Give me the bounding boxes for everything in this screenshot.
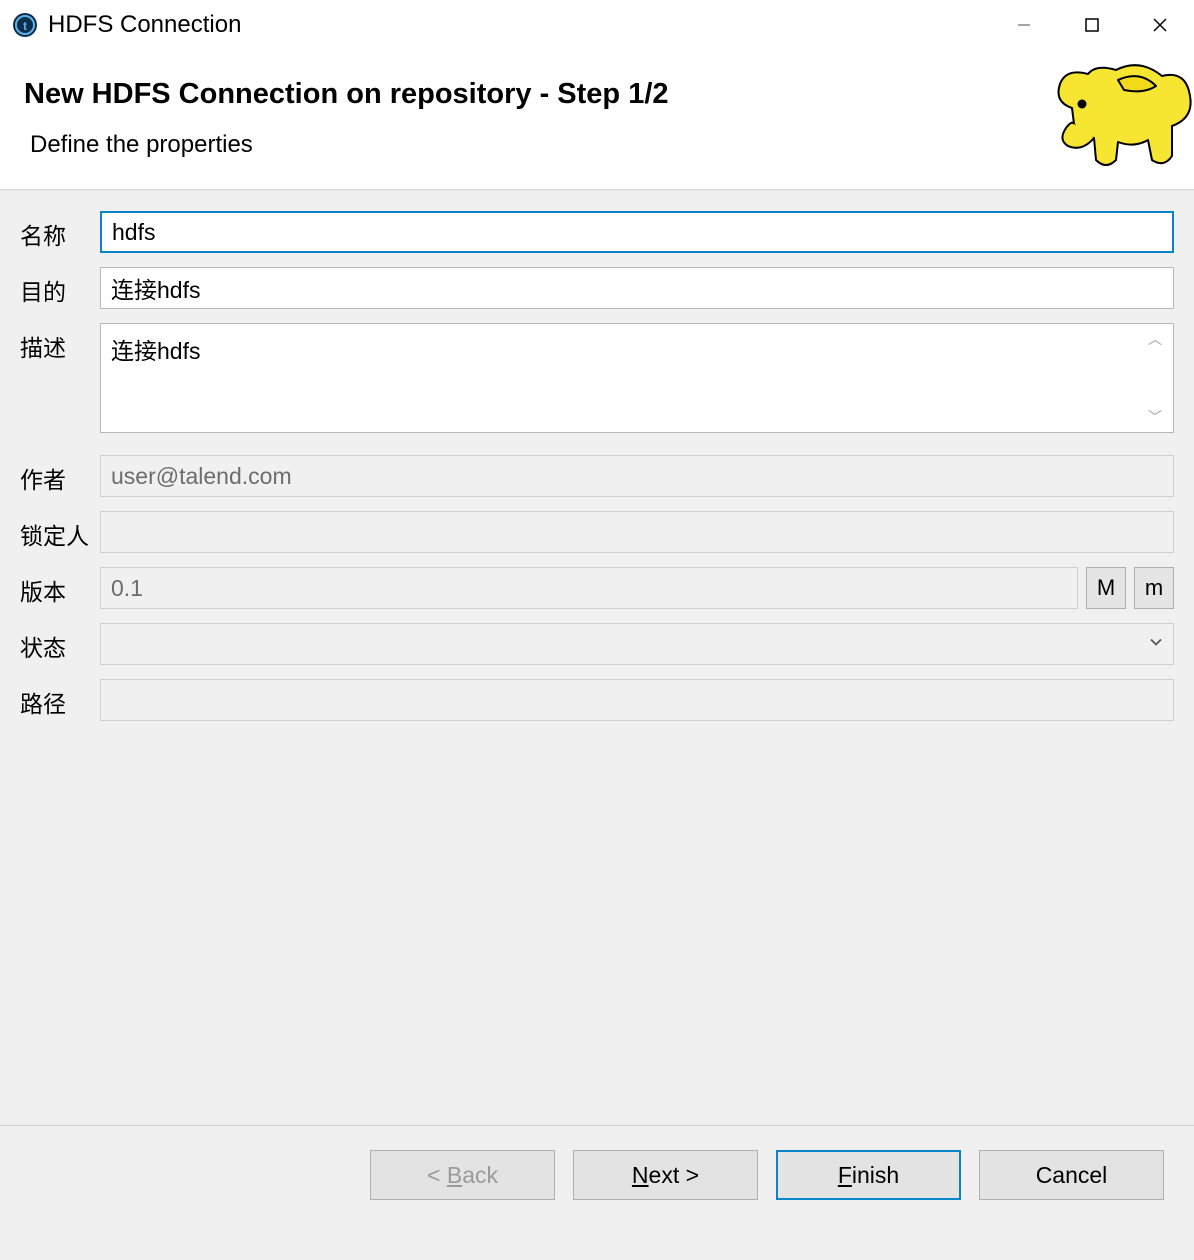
window-controls xyxy=(990,0,1194,50)
locker-label: 锁定人 xyxy=(20,511,100,551)
locker-input xyxy=(100,511,1174,553)
cancel-button[interactable]: Cancel xyxy=(979,1150,1164,1200)
minimize-button[interactable] xyxy=(990,0,1058,50)
back-button: < Back xyxy=(370,1150,555,1200)
description-label: 描述 xyxy=(20,323,100,363)
app-icon: t xyxy=(12,12,38,38)
author-input xyxy=(100,455,1174,497)
path-label: 路径 xyxy=(20,679,100,719)
wizard-footer: < Back Next > Finish Cancel xyxy=(0,1125,1194,1260)
name-input[interactable] xyxy=(100,211,1174,253)
next-button[interactable]: Next > xyxy=(573,1150,758,1200)
dialog-window: t HDFS Connection New HDFS Connection on… xyxy=(0,0,1194,1260)
svg-text:t: t xyxy=(23,19,27,33)
status-select[interactable] xyxy=(100,623,1174,665)
author-label: 作者 xyxy=(20,455,100,495)
hadoop-elephant-icon xyxy=(1044,60,1194,180)
version-label: 版本 xyxy=(20,567,100,607)
version-major-button[interactable]: M xyxy=(1086,567,1126,609)
name-label: 名称 xyxy=(20,211,100,251)
wizard-subtitle: Define the properties xyxy=(24,131,1170,159)
wizard-header: New HDFS Connection on repository - Step… xyxy=(0,50,1194,190)
purpose-label: 目的 xyxy=(20,267,100,307)
path-input xyxy=(100,679,1174,721)
close-button[interactable] xyxy=(1126,0,1194,50)
window-title: HDFS Connection xyxy=(48,11,990,39)
form-area: 名称 目的 描述 连接hdfs ︿﹀ 作者 xyxy=(0,190,1194,1125)
version-minor-button[interactable]: m xyxy=(1134,567,1174,609)
purpose-input[interactable] xyxy=(100,267,1174,309)
description-textarea[interactable]: 连接hdfs xyxy=(100,323,1174,433)
status-label: 状态 xyxy=(20,623,100,663)
titlebar: t HDFS Connection xyxy=(0,0,1194,50)
wizard-title: New HDFS Connection on repository - Step… xyxy=(24,78,1170,111)
finish-button[interactable]: Finish xyxy=(776,1150,961,1200)
version-input xyxy=(100,567,1078,609)
maximize-button[interactable] xyxy=(1058,0,1126,50)
